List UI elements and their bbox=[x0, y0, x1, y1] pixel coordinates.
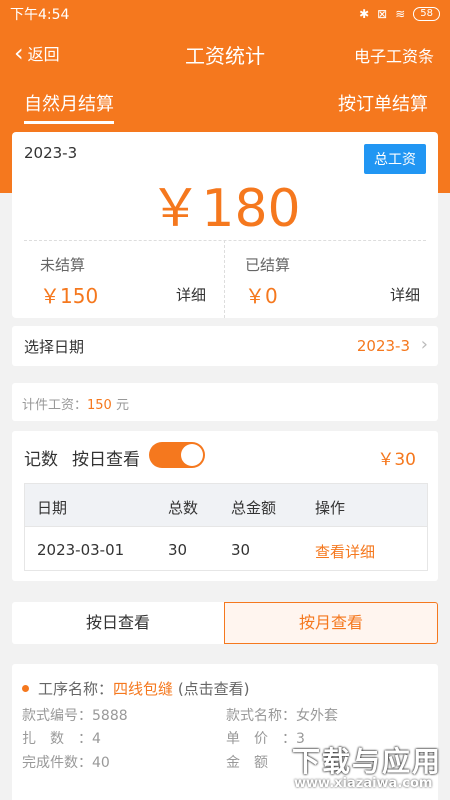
settled-section: 已结算 ￥0 详细 bbox=[225, 240, 438, 318]
tab-monthly[interactable]: 自然月结算 bbox=[24, 90, 114, 124]
status-bar: 下午4:54 ✱ ⊠ ≋ 58 bbox=[0, 0, 450, 28]
period-label: 2023-3 bbox=[24, 144, 78, 162]
cell-date: 2023-03-01 bbox=[37, 541, 125, 559]
count-card: 记数 按日查看 ￥30 日期 总数 总金额 操作 2023-03-01 30 3… bbox=[12, 431, 438, 581]
wifi-icon: ≋ bbox=[395, 7, 406, 21]
unsettled-amount: ￥150 bbox=[40, 284, 99, 308]
watermark-title: 下载与应用 bbox=[292, 745, 443, 778]
e-payslip-button[interactable]: 电子工资条 bbox=[354, 43, 434, 67]
bullet-dot bbox=[22, 685, 29, 692]
table-header: 日期 总数 总金额 操作 bbox=[25, 484, 427, 526]
sim-off-icon: ⊠ bbox=[377, 7, 388, 21]
chevron-right-icon: › bbox=[420, 334, 428, 355]
piece-wage-label: 计件工资： bbox=[22, 398, 88, 413]
segment-by-month[interactable]: 按月查看 bbox=[224, 602, 438, 644]
cell-amount: 30 bbox=[231, 541, 251, 559]
total-amount: ￥180 bbox=[149, 179, 301, 239]
view-by-day-toggle[interactable] bbox=[149, 442, 205, 468]
toggle-knob bbox=[181, 444, 203, 466]
unsettled-detail-link[interactable]: 详细 bbox=[176, 284, 206, 305]
nav-bar: ‹ 返回 工资统计 电子工资条 bbox=[0, 28, 450, 78]
completed-count: 完成件数：40 bbox=[22, 755, 110, 771]
watermark-logo: 下载与应用 www.xiazaiwa.com bbox=[292, 740, 442, 796]
header-action: 操作 bbox=[315, 499, 346, 517]
battery-icon: 58 bbox=[413, 7, 440, 21]
selected-date-value: 2023-3 bbox=[356, 337, 410, 355]
bundle-count: 扎 数 ：4 bbox=[22, 731, 101, 747]
style-name: 款式名称：女外套 bbox=[226, 708, 338, 724]
view-segment: 按日查看 按月查看 bbox=[12, 602, 438, 644]
settlement-split: 未结算 ￥150 详细 已结算 ￥0 详细 bbox=[12, 240, 438, 318]
settled-detail-link[interactable]: 详细 bbox=[390, 284, 420, 305]
status-time: 下午4:54 bbox=[10, 7, 70, 23]
piece-wage-unit: 元 bbox=[111, 398, 129, 413]
total-salary-card: 2023-3 总工资 ￥180 未结算 ￥150 详细 已结算 ￥0 详细 bbox=[12, 132, 438, 318]
table-row: 2023-03-01 30 30 查看详细 bbox=[25, 526, 427, 570]
header-date: 日期 bbox=[37, 499, 68, 517]
segment-by-day[interactable]: 按日查看 bbox=[12, 602, 224, 644]
tab-by-order[interactable]: 按订单结算 bbox=[338, 90, 428, 116]
amount-label: 金 额 bbox=[226, 755, 268, 771]
select-date-label: 选择日期 bbox=[24, 338, 85, 356]
unsettled-section: 未结算 ￥150 详细 bbox=[12, 240, 225, 318]
piece-wage-row: 计件工资：150 元 bbox=[12, 383, 438, 421]
count-title: 记数 bbox=[24, 450, 58, 470]
settled-label: 已结算 bbox=[245, 256, 291, 274]
select-date-row[interactable]: 选择日期 2023-3 › bbox=[12, 326, 438, 366]
view-by-day-label: 按日查看 bbox=[72, 450, 140, 470]
process-label: 工序名称： bbox=[38, 680, 114, 698]
header-amount: 总金额 bbox=[231, 499, 277, 517]
settlement-tabs: 自然月结算 按订单结算 bbox=[0, 90, 450, 126]
settled-amount: ￥0 bbox=[245, 284, 278, 308]
unsettled-label: 未结算 bbox=[40, 256, 86, 274]
cell-count: 30 bbox=[168, 541, 188, 559]
process-hint: (点击查看) bbox=[177, 680, 250, 698]
status-icons: ✱ ⊠ ≋ 58 bbox=[359, 7, 440, 21]
count-sum: ￥30 bbox=[377, 450, 416, 470]
view-detail-link[interactable]: 查看详细 bbox=[315, 541, 375, 562]
bluetooth-icon: ✱ bbox=[359, 7, 370, 21]
piece-wage-text: 计件工资：150 元 bbox=[22, 394, 129, 413]
piece-wage-value: 150 bbox=[87, 398, 112, 413]
style-number: 款式编号：5888 bbox=[22, 708, 128, 724]
count-table: 日期 总数 总金额 操作 2023-03-01 30 30 查看详细 bbox=[24, 483, 428, 571]
watermark-url: www.xiazaiwa.com bbox=[294, 776, 433, 791]
header-count: 总数 bbox=[168, 499, 199, 517]
process-name: 四线包缝 bbox=[113, 680, 174, 698]
process-title[interactable]: 工序名称：四线包缝 (点击查看) bbox=[22, 678, 250, 699]
